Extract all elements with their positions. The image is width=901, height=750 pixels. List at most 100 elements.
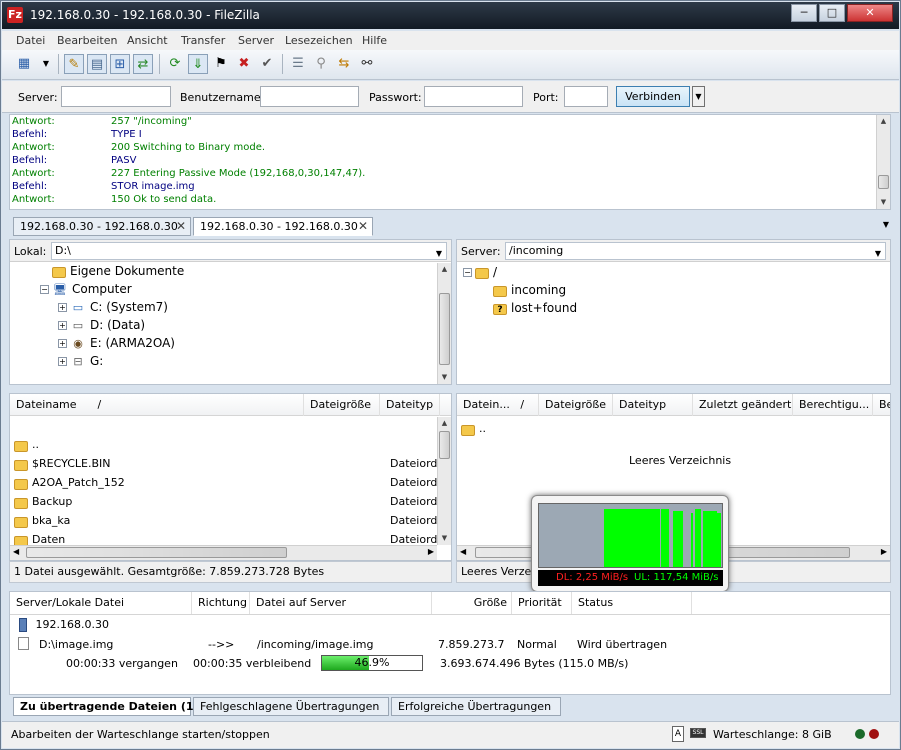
tab-successful-transfers[interactable]: Erfolgreiche Übertragungen [391,697,561,716]
scroll-down-icon[interactable]: ▼ [438,371,451,384]
column-header-filesize[interactable]: Dateigröße [539,394,613,416]
tree-node[interactable]: + ▭ D: (Data) [58,316,145,334]
column-header-local-file[interactable]: Server/Lokale Datei [10,592,192,614]
column-header-filename[interactable]: Dateiname / [10,394,304,416]
close-tab-icon[interactable]: ✕ [176,218,186,235]
scroll-right-icon[interactable]: ▶ [881,547,887,556]
column-header-priority[interactable]: Priorität [512,592,572,614]
list-item[interactable]: A2OA_Patch_152 Dateiord [10,473,451,492]
tab-failed-transfers[interactable]: Fehlgeschlagene Übertragungen [193,697,389,716]
toggle-remote-tree-icon[interactable]: ⊞ [110,54,130,74]
scroll-right-icon[interactable]: ▶ [428,547,434,556]
column-header-modified[interactable]: Zuletzt geändert [693,394,793,416]
local-path-input[interactable]: D:\ ▼ [51,242,447,260]
scroll-up-icon[interactable]: ▲ [877,115,890,128]
column-header-owner[interactable]: Be [873,394,890,416]
menu-datei[interactable]: Datei [16,34,45,47]
local-tree-scroll-thumb[interactable] [439,293,450,365]
scroll-left-icon[interactable]: ◀ [460,547,466,556]
directory-listing-filter-icon[interactable]: ☰ [288,54,308,74]
maximize-button[interactable]: □ [819,4,845,22]
scroll-up-icon[interactable]: ▲ [438,263,451,276]
collapse-icon[interactable]: − [463,268,472,277]
list-item[interactable]: Backup Dateiord [10,492,451,511]
list-item[interactable]: .. [457,419,890,438]
expand-icon[interactable]: + [58,321,67,330]
local-list-hscroll-thumb[interactable] [26,547,287,558]
remote-path-input[interactable]: /incoming ▼ [505,242,886,260]
close-button[interactable]: ✕ [847,4,893,22]
connect-history-dropdown[interactable]: ▼ [692,86,705,107]
password-input[interactable] [424,86,523,107]
site-manager-dropdown-icon[interactable]: ▼ [36,54,56,74]
username-input[interactable] [260,86,359,107]
server-tab-2[interactable]: 192.168.0.30 - 192.168.0.30 ✕ [193,217,373,236]
process-queue-icon[interactable]: ⇓ [188,54,208,74]
tree-node[interactable]: + ▭ C: (System7) [58,298,168,316]
title-bar[interactable]: Fz 192.168.0.30 - 192.168.0.30 - FileZil… [2,2,899,29]
expand-icon[interactable]: + [58,357,67,366]
tab-queued-files[interactable]: Zu übertragende Dateien (1) [13,697,199,716]
menu-hilfe[interactable]: Hilfe [362,34,387,47]
scroll-left-icon[interactable]: ◀ [13,547,19,556]
menu-bearbeiten[interactable]: Bearbeiten [57,34,117,47]
column-header-filetype[interactable]: Dateityp [380,394,440,416]
column-header-filename[interactable]: Datein... / [457,394,539,416]
list-item[interactable]: .. [10,435,451,454]
column-header-direction[interactable]: Richtung [192,592,250,614]
list-item[interactable]: $RECYCLE.BIN Dateiord [10,454,451,473]
queue-size-indicator[interactable]: Warteschlange: 8 GiB [713,728,832,741]
log-scrollbar[interactable]: ▲ ▼ [876,115,890,209]
local-path-dropdown-icon[interactable]: ▼ [436,246,442,262]
close-tab-icon[interactable]: ✕ [358,218,368,235]
menu-transfer[interactable]: Transfer [181,34,225,47]
server-input[interactable] [61,86,171,107]
tree-node[interactable]: + ◉ E: (ARMA2OA) [58,334,175,352]
port-input[interactable] [564,86,608,107]
column-header-filesize[interactable]: Dateigröße [304,394,380,416]
queue-local-file[interactable]: D:\image.img [39,638,113,651]
local-list-hscrollbar[interactable]: ◀ ▶ [10,545,437,560]
disconnect-icon[interactable]: ✖ [234,54,254,74]
column-header-filetype[interactable]: Dateityp [613,394,693,416]
remote-path-dropdown-icon[interactable]: ▼ [875,246,881,262]
cancel-operation-icon[interactable]: ⚑ [211,54,231,74]
connect-button[interactable]: Verbinden [616,86,690,107]
tree-node[interactable]: incoming [481,281,566,299]
toggle-local-tree-icon[interactable]: ▤ [87,54,107,74]
local-tree-scrollbar[interactable]: ▲ ▼ [437,263,451,384]
directory-comparison-icon[interactable]: ⚲ [311,54,331,74]
column-header-remote-file[interactable]: Datei auf Server [250,592,432,614]
expand-icon[interactable]: + [58,339,67,348]
scroll-down-icon[interactable]: ▼ [877,196,890,209]
reconnect-icon[interactable]: ✔ [257,54,277,74]
tree-node[interactable]: ? lost+found [481,299,577,317]
server-row[interactable]: 192.168.0.30 [19,618,109,632]
list-item[interactable]: bka_ka Dateiord [10,511,451,530]
toggle-queue-icon[interactable]: ⇄ [133,54,153,74]
column-header-status[interactable]: Status [572,592,692,614]
site-manager-icon[interactable]: ▦ [14,54,34,74]
tab-list-dropdown-icon[interactable]: ▼ [883,220,889,229]
tree-node[interactable]: − / [463,263,497,281]
toggle-log-icon[interactable]: ✎ [64,54,84,74]
menu-ansicht[interactable]: Ansicht [127,34,168,47]
column-header-size[interactable]: Größe [432,592,512,614]
local-list-scroll-thumb[interactable] [439,431,450,459]
encryption-icon[interactable]: SSL [690,728,706,738]
scroll-down-icon[interactable]: ▼ [438,532,451,545]
synchronized-browsing-icon[interactable]: ⇆ [334,54,354,74]
server-tab-1[interactable]: 192.168.0.30 - 192.168.0.30 ✕ [13,217,191,236]
tree-node[interactable]: − 🖥 Computer [40,280,132,298]
menu-server[interactable]: Server [238,34,274,47]
menu-lesezeichen[interactable]: Lesezeichen [285,34,353,47]
scroll-up-icon[interactable]: ▲ [438,417,451,430]
tree-node[interactable]: Eigene Dokumente [40,262,184,280]
local-list-scrollbar[interactable]: ▲ ▼ [437,417,451,545]
queue-remote-file[interactable]: /incoming/image.img [257,638,373,651]
minimize-button[interactable]: ─ [791,4,817,22]
column-header-permissions[interactable]: Berechtigu... [793,394,873,416]
binary-mode-icon[interactable]: A [672,726,684,742]
tree-node[interactable]: + ⊟ G: [58,352,103,370]
expand-icon[interactable]: + [58,303,67,312]
